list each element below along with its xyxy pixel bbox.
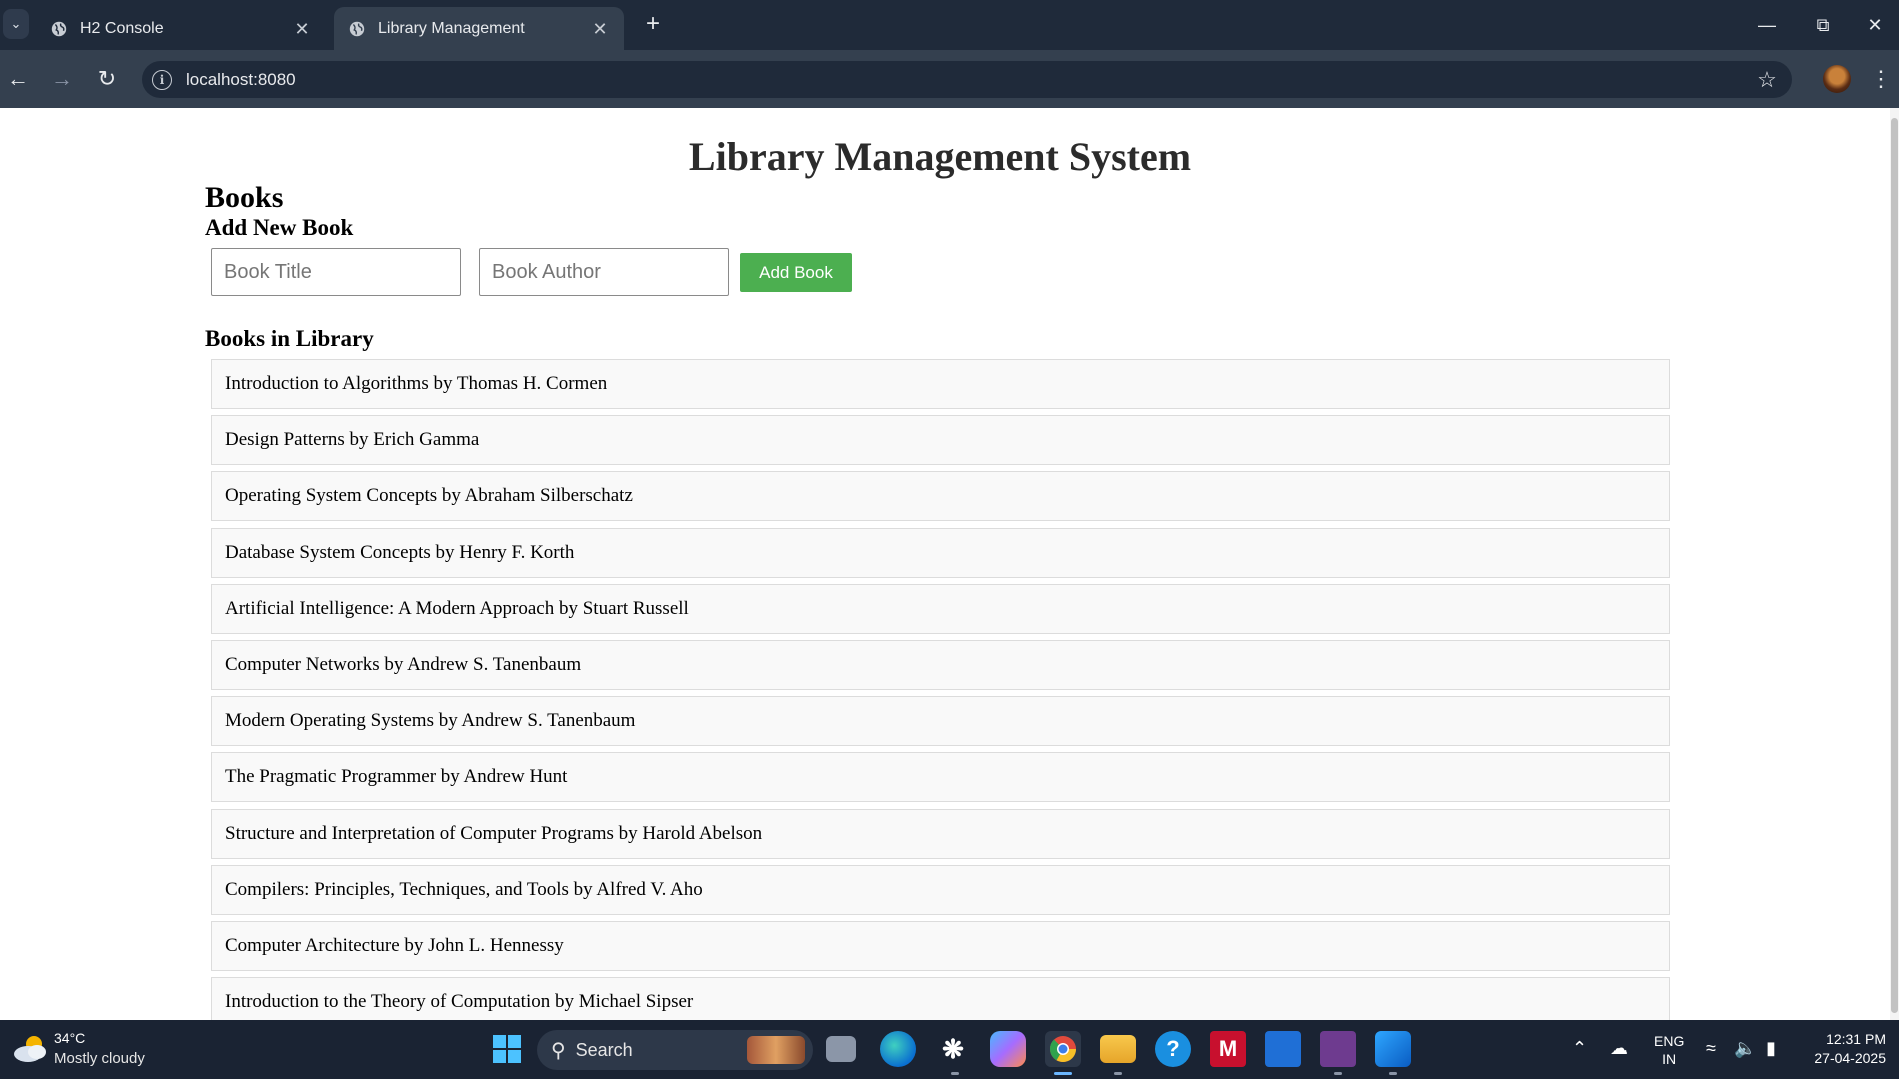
photos-icon[interactable]	[1375, 1031, 1411, 1067]
game-app-icon[interactable]	[1320, 1031, 1356, 1067]
book-list-item: Artificial Intelligence: A Modern Approa…	[211, 583, 1670, 634]
app-window-icon[interactable]	[1265, 1031, 1301, 1067]
running-indicator-active	[1054, 1072, 1072, 1075]
language-indicator[interactable]: ENG IN	[1654, 1032, 1684, 1068]
close-tab-icon[interactable]: ✕	[590, 19, 610, 39]
site-info-icon[interactable]: i	[152, 69, 172, 90]
books-in-library-heading: Books in Library	[205, 326, 374, 351]
restore-icon[interactable]: ⧉	[1795, 0, 1851, 50]
book-list-item: Computer Networks by Andrew S. Tanenbaum	[211, 639, 1670, 690]
book-list: Introduction to Algorithms by Thomas H. …	[211, 359, 1670, 1020]
tab-h2-console[interactable]: H2 Console ✕	[36, 7, 326, 50]
forward-arrow-icon[interactable]: →	[45, 62, 79, 96]
book-list-item: Computer Architecture by John L. Henness…	[211, 920, 1670, 971]
page-scrollbar[interactable]	[1890, 108, 1899, 1020]
book-list-item: Database System Concepts by Henry F. Kor…	[211, 527, 1670, 578]
minimize-icon[interactable]: —	[1739, 0, 1795, 50]
book-list-item: Introduction to Algorithms by Thomas H. …	[211, 359, 1670, 409]
browser-toolbar: ← → ↻ i localhost:8080 ☆ ⋮	[0, 50, 1899, 108]
running-indicator	[1114, 1072, 1122, 1075]
system-clock[interactable]: 12:31 PM 27-04-2025	[1800, 1030, 1886, 1068]
windows-start-icon[interactable]	[489, 1031, 525, 1067]
help-icon[interactable]: ?	[1155, 1031, 1191, 1067]
running-indicator	[1334, 1072, 1342, 1075]
address-bar[interactable]: i localhost:8080 ☆	[142, 61, 1792, 98]
region-code: IN	[1662, 1051, 1677, 1067]
weather-temperature[interactable]: 34°C	[54, 1030, 85, 1046]
scrollbar-thumb[interactable]	[1891, 118, 1898, 1013]
page-title: Library Management System	[688, 134, 1192, 179]
book-list-item: Structure and Interpretation of Computer…	[211, 808, 1670, 859]
cloudy-weather-icon[interactable]	[12, 1034, 50, 1064]
clock-time: 12:31 PM	[1826, 1031, 1886, 1047]
running-indicator	[951, 1072, 959, 1075]
tab-search-dropdown-icon[interactable]: ⌄	[3, 9, 29, 39]
url-text[interactable]: localhost:8080	[186, 70, 1752, 90]
reload-icon[interactable]: ↻	[90, 62, 124, 96]
weather-description[interactable]: Mostly cloudy	[54, 1050, 145, 1067]
globe-icon	[51, 21, 67, 36]
running-indicator	[1389, 1072, 1397, 1075]
search-icon: ⚲	[551, 1039, 566, 1062]
books-section-title: Books	[205, 181, 284, 214]
taskbar: 34°C Mostly cloudy ⚲ Search ❋ ? M ⌃ ☁ EN…	[0, 1020, 1899, 1079]
bookmark-star-icon[interactable]: ☆	[1752, 67, 1782, 93]
book-list-item: Compilers: Principles, Techniques, and T…	[211, 864, 1670, 915]
tab-title: Library Management	[378, 19, 525, 37]
tab-library-management[interactable]: Library Management ✕	[334, 7, 624, 50]
book-list-item: Design Patterns by Erich Gamma	[211, 415, 1670, 466]
back-arrow-icon[interactable]: ←	[1, 62, 35, 96]
edge-browser-icon[interactable]	[880, 1031, 916, 1067]
clock-date: 27-04-2025	[1814, 1050, 1886, 1066]
add-book-button[interactable]: Add Book	[740, 253, 852, 292]
book-author-input[interactable]	[479, 248, 729, 296]
close-window-icon[interactable]: ✕	[1851, 0, 1899, 50]
copilot-icon[interactable]	[990, 1031, 1026, 1067]
book-list-item: Operating System Concepts by Abraham Sil…	[211, 471, 1670, 522]
chrome-logo	[1049, 1036, 1077, 1063]
book-list-item: Introduction to the Theory of Computatio…	[211, 977, 1670, 1020]
file-explorer-icon[interactable]	[1100, 1035, 1136, 1063]
globe-icon	[349, 21, 365, 36]
book-list-item: The Pragmatic Programmer by Andrew Hunt	[211, 752, 1670, 803]
volume-icon[interactable]: 🔈	[1734, 1038, 1756, 1059]
profile-avatar[interactable]	[1823, 65, 1851, 93]
book-title-input[interactable]	[211, 248, 461, 296]
chatgpt-icon[interactable]: ❋	[935, 1031, 971, 1067]
add-book-heading: Add New Book	[205, 215, 354, 240]
tab-title: H2 Console	[80, 19, 164, 37]
new-tab-button[interactable]: +	[640, 12, 666, 38]
mcafee-icon[interactable]: M	[1210, 1031, 1246, 1067]
language-code: ENG	[1654, 1033, 1685, 1049]
close-tab-icon[interactable]: ✕	[292, 19, 312, 39]
task-view-icon[interactable]	[826, 1036, 856, 1062]
taskbar-search-box[interactable]: ⚲ Search	[537, 1030, 813, 1070]
browser-tabstrip: ⌄ H2 Console ✕ Library Management ✕ + — …	[0, 0, 1899, 50]
battery-icon[interactable]: ▮	[1766, 1038, 1776, 1059]
onedrive-cloud-icon[interactable]: ☁	[1610, 1038, 1628, 1059]
chevron-up-icon[interactable]: ⌃	[1572, 1038, 1587, 1059]
wifi-icon[interactable]: ≈	[1706, 1038, 1716, 1059]
book-list-item: Modern Operating Systems by Andrew S. Ta…	[211, 696, 1670, 747]
chrome-icon[interactable]	[1045, 1031, 1081, 1067]
search-label: Search	[575, 1039, 633, 1060]
more-menu-icon[interactable]: ⋮	[1870, 65, 1892, 93]
search-highlight-image	[747, 1036, 805, 1064]
page-viewport: Library Management System Books Add New …	[0, 108, 1899, 1020]
